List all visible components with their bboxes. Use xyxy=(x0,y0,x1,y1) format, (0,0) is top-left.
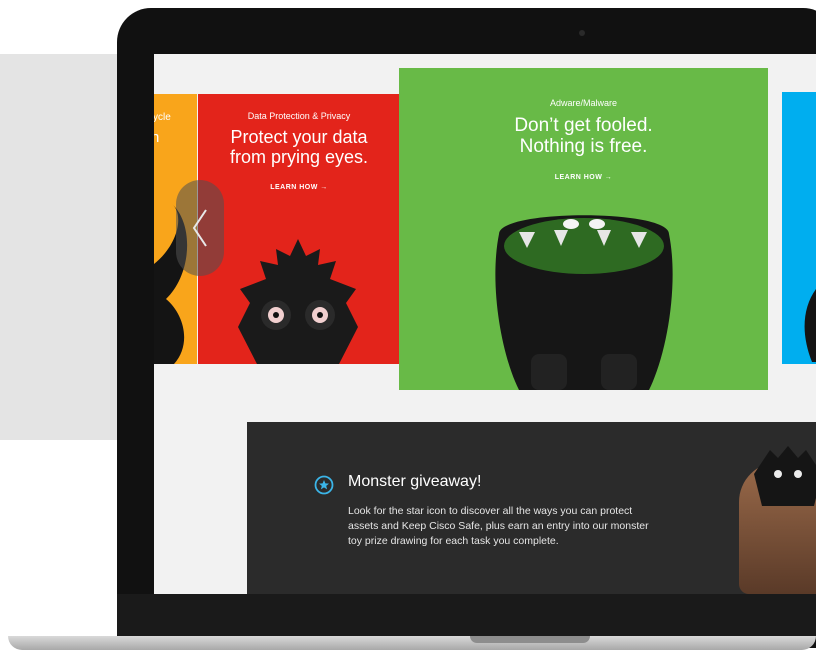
learn-how-link[interactable]: LEARN HOW → xyxy=(399,174,768,181)
giveaway-description: Look for the star icon to discover all t… xyxy=(348,505,649,548)
carousel-card-partial-right[interactable]: D xyxy=(782,92,816,364)
laptop-screen: cycle n Data Protection & Privacy Protec… xyxy=(154,54,816,594)
card-headline: Protect your data from prying eyes. xyxy=(198,127,400,168)
card-eyebrow: Adware/Malware xyxy=(549,98,618,108)
laptop-bezel xyxy=(117,594,816,638)
monster-horn-illustration xyxy=(804,289,816,362)
laptop-camera xyxy=(579,30,585,36)
headline-line: Don’t get fooled. xyxy=(514,115,653,136)
card-eyebrow-fragment: cycle xyxy=(154,112,171,123)
headline-line: from prying eyes. xyxy=(229,146,369,167)
carousel-card-adware-malware[interactable]: Adware/Malware Don’t get fooled. Nothing… xyxy=(399,68,768,390)
giveaway-banner: Monster giveaway! Look for the star icon… xyxy=(247,422,816,594)
chevron-left-icon xyxy=(192,209,207,247)
monster-toy-illustration xyxy=(495,215,673,390)
star-icon xyxy=(314,475,334,495)
monster-toy-illustration xyxy=(238,239,358,364)
laptop-base xyxy=(8,636,816,650)
card-headline-fragment: n xyxy=(154,129,160,146)
carousel-card-data-protection[interactable]: Data Protection & Privacy Protect your d… xyxy=(198,94,400,364)
headline-line: Nothing is free. xyxy=(519,135,648,157)
monster-toy-illustration xyxy=(754,446,816,506)
giveaway-title: Monster giveaway! xyxy=(348,473,482,490)
carousel-prev-button[interactable] xyxy=(176,180,224,276)
card-eyebrow: Data Protection & Privacy xyxy=(247,111,351,121)
card-headline: Don’t get fooled. Nothing is free. xyxy=(399,115,768,158)
laptop-notch xyxy=(470,636,590,643)
learn-how-link[interactable]: LEARN HOW → xyxy=(198,184,400,191)
headline-line: Protect your data xyxy=(230,127,368,147)
